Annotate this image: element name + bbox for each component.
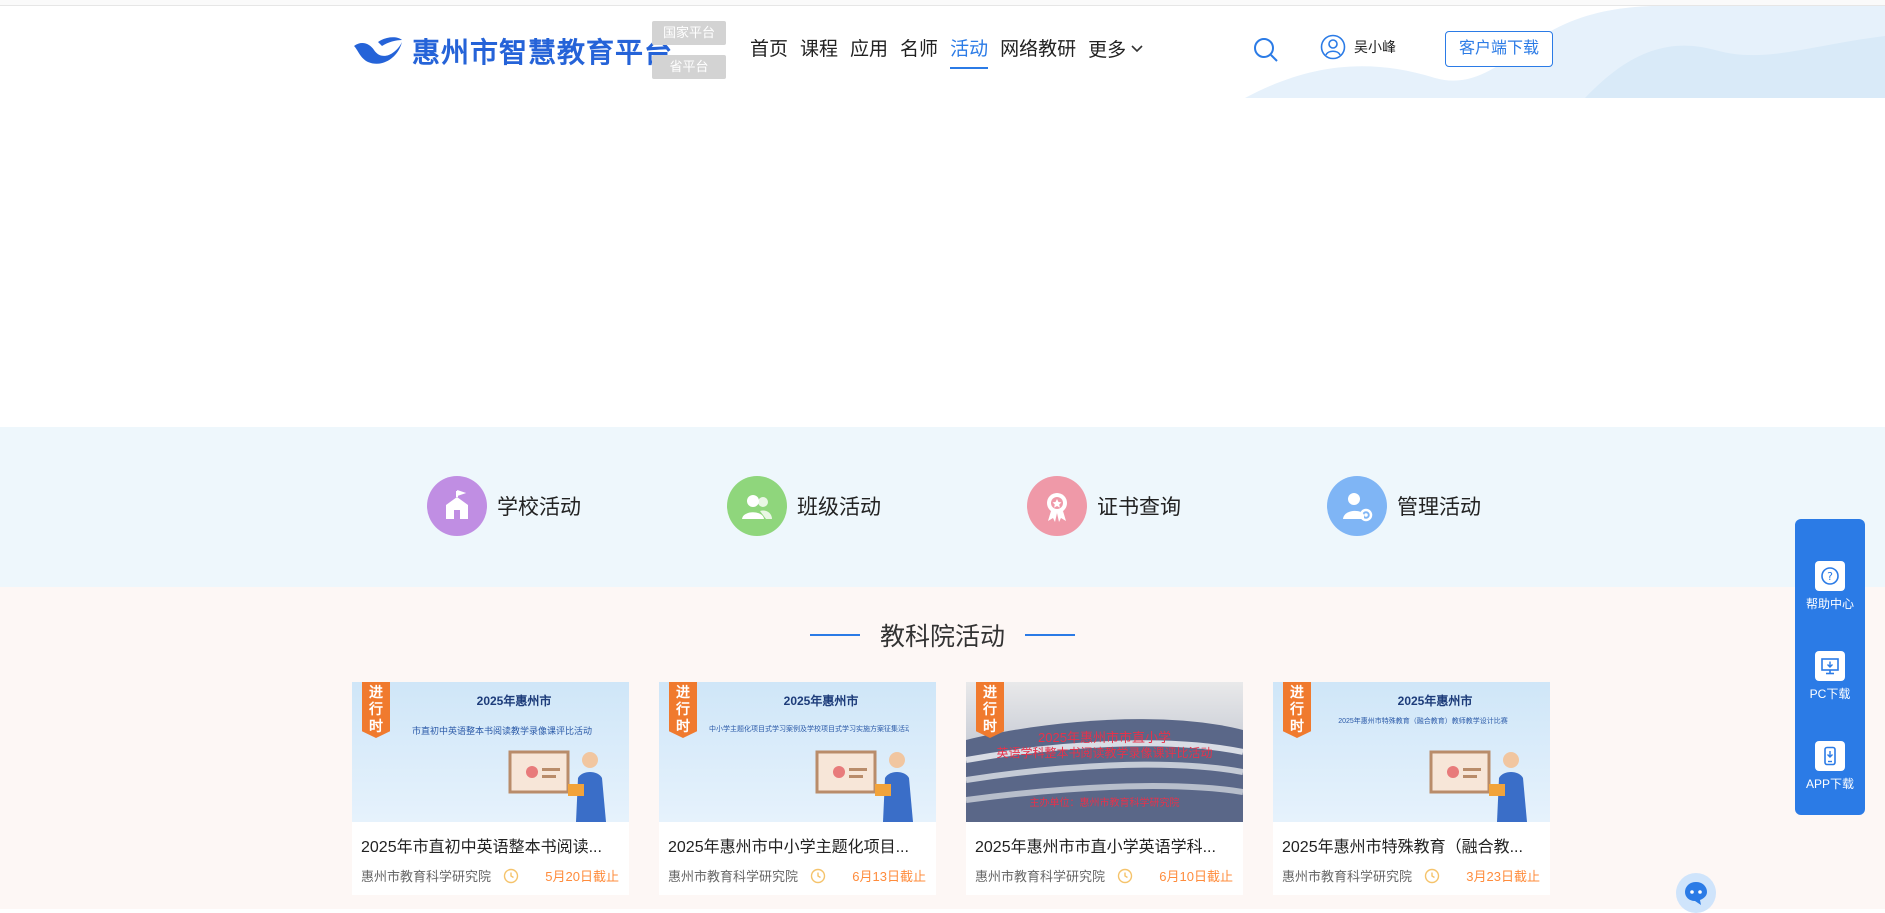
teacher-illustration-icon xyxy=(508,750,606,822)
activity-title[interactable]: 2025年惠州市中小学主题化项目... xyxy=(668,833,926,857)
username: 吴小峰 xyxy=(1354,39,1396,55)
nav-online-research[interactable]: 网络教研 xyxy=(1000,34,1076,69)
activity-meta: 惠州市教育科学研究院 6月13日截止 xyxy=(668,866,926,885)
status-ribbon: 进行时 xyxy=(976,682,1004,738)
title-line-right xyxy=(1025,634,1075,636)
status-ribbon: 进行时 xyxy=(669,682,697,738)
logo-text: 惠州市智慧教育平台 xyxy=(412,37,674,68)
category-label: 学校活动 xyxy=(497,496,581,519)
app-download-button[interactable]: APP下载 xyxy=(1795,741,1865,792)
monitor-icon xyxy=(1815,651,1845,681)
activity-title[interactable]: 2025年惠州市特殊教育（融合教... xyxy=(1282,833,1540,857)
institute-activities-section: 教科院活动 2025年惠州市 市直初中英语整本书阅读教学录像课评比活动 进行时 … xyxy=(0,587,1885,909)
category-band: 学校活动 班级活动 证书查询 管理活动 xyxy=(0,427,1885,587)
banner-footer: 主办单位：惠州市教育科学研究院 xyxy=(1029,798,1180,809)
teacher-illustration-icon xyxy=(1429,750,1527,822)
national-platform-badge[interactable]: 国家平台 xyxy=(652,21,726,45)
category-manage-activity[interactable]: 管理活动 xyxy=(1327,476,1481,536)
activity-card[interactable]: 2025年惠州市 中小学主题化项目式学习案例及学校项目式学习实施方案征集活动 进… xyxy=(659,682,936,895)
help-center-button[interactable]: ? 帮助中心 xyxy=(1795,561,1865,612)
chat-assistant-button[interactable] xyxy=(1676,873,1716,913)
banner-title: 2025年惠州市 xyxy=(783,694,859,708)
platform-badges: 国家平台 省平台 xyxy=(652,21,726,79)
category-certificate-query[interactable]: 证书查询 xyxy=(1027,476,1181,536)
category-school-activity[interactable]: 学校活动 xyxy=(427,476,581,536)
activity-card[interactable]: 2025年惠州市 市直初中英语整本书阅读教学录像课评比活动 进行时 2025年市… xyxy=(352,682,629,895)
banner-subtitle: 英语学科整本书阅读教学录像课评比活动 xyxy=(996,746,1213,760)
nav-teachers[interactable]: 名师 xyxy=(900,34,938,69)
nav-more-label: 更多 xyxy=(1088,40,1127,61)
category-label: 班级活动 xyxy=(797,496,881,519)
app-download-label: APP下载 xyxy=(1805,777,1854,791)
group-icon xyxy=(727,476,787,536)
activity-deadline: 6月10日截止 xyxy=(1159,869,1233,884)
activity-card[interactable]: 2025年惠州市 2025年惠州市特殊教育（融合教育）教师教学设计比赛 进行时 … xyxy=(1273,682,1550,895)
banner-title: 2025年惠州市 xyxy=(1397,694,1473,708)
user-gear-icon xyxy=(1327,476,1387,536)
site-header: 惠州市智慧教育平台 国家平台 省平台 首页 课程 应用 名师 活动 网络教研 更… xyxy=(0,6,1885,98)
activity-organizer: 惠州市教育科学研究院 xyxy=(361,869,492,884)
nav-apps[interactable]: 应用 xyxy=(850,34,888,69)
chevron-down-icon xyxy=(1131,44,1143,52)
main-nav: 首页 课程 应用 名师 活动 网络教研 更多 xyxy=(750,34,1144,69)
banner-title: 2025年惠州市 xyxy=(476,694,552,708)
section-title-text: 教科院活动 xyxy=(879,623,1005,651)
activity-banner-image: 2025年惠州市 中小学主题化项目式学习案例及学校项目式学习实施方案征集活动 进… xyxy=(659,682,936,822)
right-float-toolbar: ? 帮助中心 PC下载 APP下载 xyxy=(1795,519,1865,815)
search-icon xyxy=(1254,38,1278,62)
activity-banner-image: 2025年惠州市 2025年惠州市特殊教育（融合教育）教师教学设计比赛 进行时 xyxy=(1273,682,1550,822)
activity-deadline: 5月20日截止 xyxy=(545,869,619,884)
activity-organizer: 惠州市教育科学研究院 xyxy=(1282,869,1413,884)
activity-title[interactable]: 2025年市直初中英语整本书阅读... xyxy=(361,833,619,857)
help-icon: ? xyxy=(1815,561,1845,591)
chat-bubble-icon xyxy=(1685,882,1707,905)
activity-banner-image: 2025年惠州市 市直初中英语整本书阅读教学录像课评比活动 进行时 xyxy=(352,682,629,822)
svg-text:?: ? xyxy=(1827,570,1833,583)
client-download-button[interactable]: 客户端下载 xyxy=(1445,31,1553,67)
help-center-label: 帮助中心 xyxy=(1805,597,1854,611)
activity-card[interactable]: 2025年惠州市市直小学 英语学科整本书阅读教学录像课评比活动 主办单位：惠州市… xyxy=(966,682,1243,895)
mobile-phone-icon xyxy=(1815,741,1845,771)
teacher-illustration-icon xyxy=(815,750,913,822)
banner-subtitle: 2025年惠州市特殊教育（融合教育）教师教学设计比赛 xyxy=(1338,718,1508,725)
nav-home[interactable]: 首页 xyxy=(750,34,788,69)
activity-title[interactable]: 2025年惠州市市直小学英语学科... xyxy=(975,833,1233,857)
user-menu[interactable]: 吴小峰 xyxy=(1320,34,1396,60)
banner-title: 2025年惠州市市直小学 xyxy=(1038,730,1171,745)
activity-meta: 惠州市教育科学研究院 6月10日截止 xyxy=(975,866,1233,885)
status-ribbon: 进行时 xyxy=(362,682,390,738)
clock-icon xyxy=(810,868,826,883)
nav-more[interactable]: 更多 xyxy=(1088,34,1144,69)
category-label: 证书查询 xyxy=(1097,496,1181,519)
activity-meta: 惠州市教育科学研究院 3月23日截止 xyxy=(1282,866,1540,885)
logo-mark-icon xyxy=(354,37,402,64)
section-title: 教科院活动 xyxy=(0,617,1885,653)
award-icon xyxy=(1027,476,1087,536)
activity-meta: 惠州市教育科学研究院 5月20日截止 xyxy=(361,866,619,885)
status-ribbon: 进行时 xyxy=(1283,682,1311,738)
activity-deadline: 3月23日截止 xyxy=(1466,869,1540,884)
clock-icon xyxy=(1117,868,1133,883)
pc-download-button[interactable]: PC下载 xyxy=(1795,651,1865,702)
school-icon xyxy=(427,476,487,536)
banner-subtitle: 中小学主题化项目式学习案例及学校项目式学习实施方案征集活动 xyxy=(709,726,909,733)
clock-icon xyxy=(1424,868,1440,883)
banner-subtitle: 市直初中英语整本书阅读教学录像课评比活动 xyxy=(411,726,592,736)
pc-download-label: PC下载 xyxy=(1809,687,1851,701)
search-button[interactable] xyxy=(1252,36,1280,64)
title-line-left xyxy=(809,634,860,636)
provincial-platform-badge[interactable]: 省平台 xyxy=(652,55,726,79)
site-logo[interactable]: 惠州市智慧教育平台 xyxy=(352,28,673,74)
category-label: 管理活动 xyxy=(1397,496,1481,519)
activity-organizer: 惠州市教育科学研究院 xyxy=(668,869,799,884)
activity-organizer: 惠州市教育科学研究院 xyxy=(975,869,1106,884)
category-class-activity[interactable]: 班级活动 xyxy=(727,476,881,536)
nav-courses[interactable]: 课程 xyxy=(800,34,838,69)
activity-banner-image: 2025年惠州市市直小学 英语学科整本书阅读教学录像课评比活动 主办单位：惠州市… xyxy=(966,682,1243,822)
user-avatar-icon xyxy=(1320,34,1346,60)
clock-icon xyxy=(503,868,519,883)
nav-activities[interactable]: 活动 xyxy=(950,34,989,69)
activity-deadline: 6月13日截止 xyxy=(852,869,926,884)
